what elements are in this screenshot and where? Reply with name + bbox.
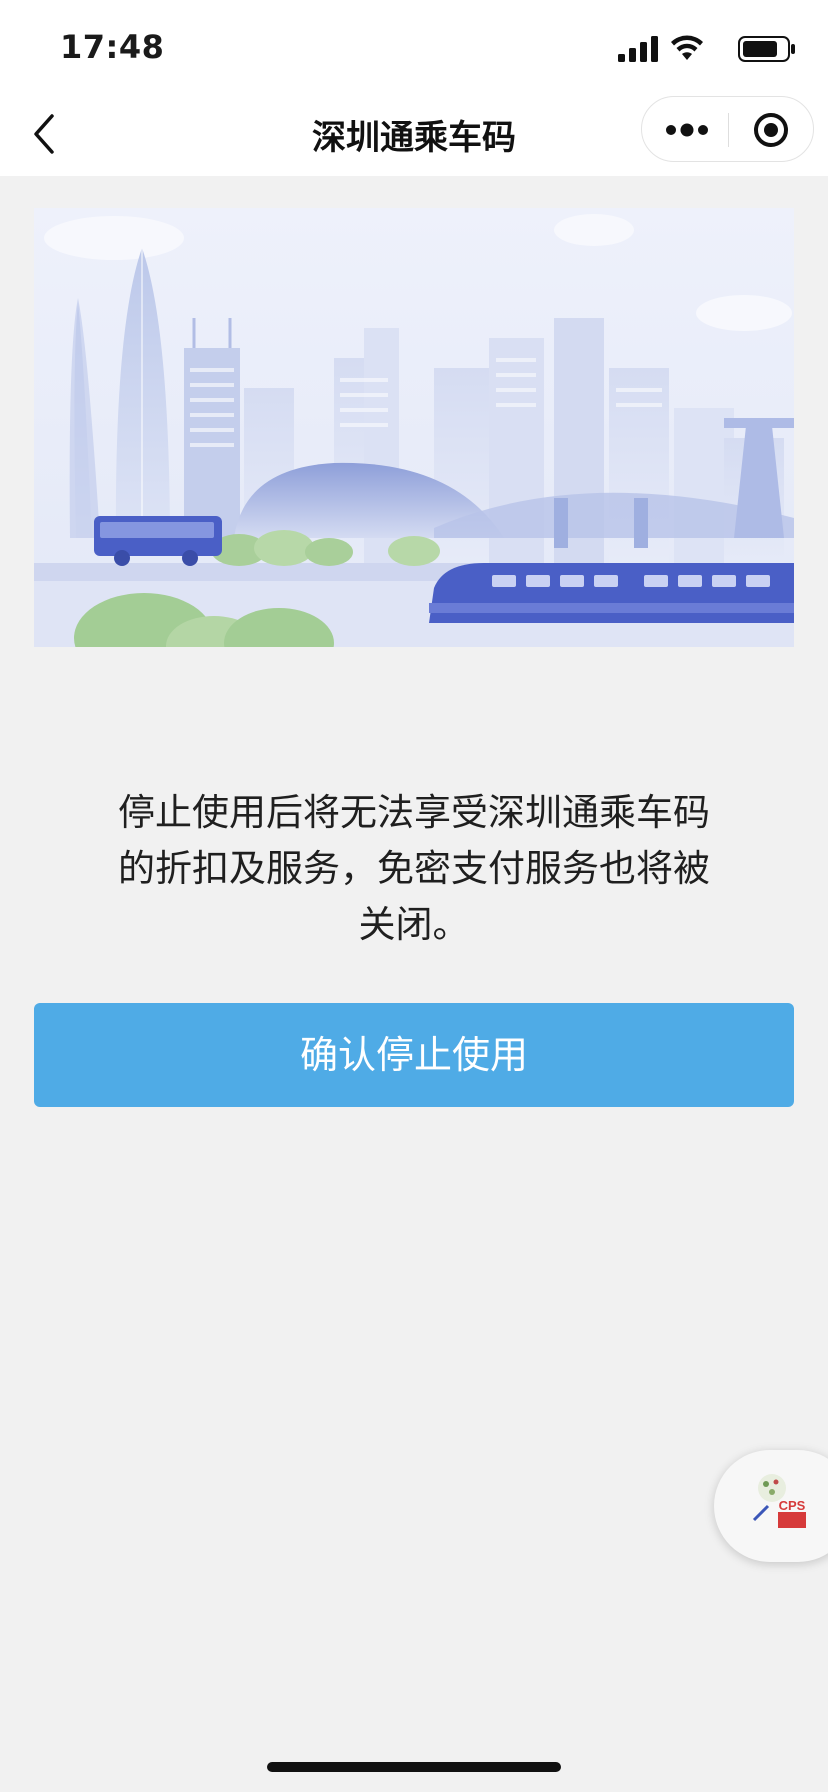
target-close-icon: [754, 113, 788, 147]
miniprogram-capsule: [641, 96, 814, 162]
battery-icon: [738, 36, 795, 62]
status-bar: 17:48: [0, 0, 828, 88]
home-indicator[interactable]: [267, 1762, 561, 1772]
status-time: 17:48: [60, 28, 165, 66]
signal-icon: [618, 36, 658, 62]
badge-logo-text: CPS: [779, 1498, 806, 1513]
message-line-2: 的折扣及服务，免密支付服务也将被: [118, 847, 710, 890]
stop-usage-message: 停止使用后将无法享受深圳通乘车码 的折扣及服务，免密支付服务也将被 关闭。: [94, 785, 734, 953]
confirm-stop-button[interactable]: 确认停止使用: [34, 1003, 794, 1107]
wifi-icon: [671, 35, 703, 60]
floating-badge[interactable]: CPS: [714, 1450, 828, 1562]
city-skyline-illustration-svg: [34, 208, 794, 647]
ellipsis-icon: [666, 123, 708, 137]
status-icons: [606, 34, 796, 64]
close-miniprogram-button[interactable]: [729, 97, 815, 161]
message-line-1: 停止使用后将无法享受深圳通乘车码: [118, 791, 710, 834]
more-button[interactable]: [642, 97, 728, 161]
cps-logo-icon: CPS: [752, 1474, 806, 1528]
nav-bar: 深圳通乘车码: [0, 88, 828, 176]
city-skyline-illustration: [34, 208, 794, 647]
message-line-3: 关闭。: [358, 903, 470, 946]
